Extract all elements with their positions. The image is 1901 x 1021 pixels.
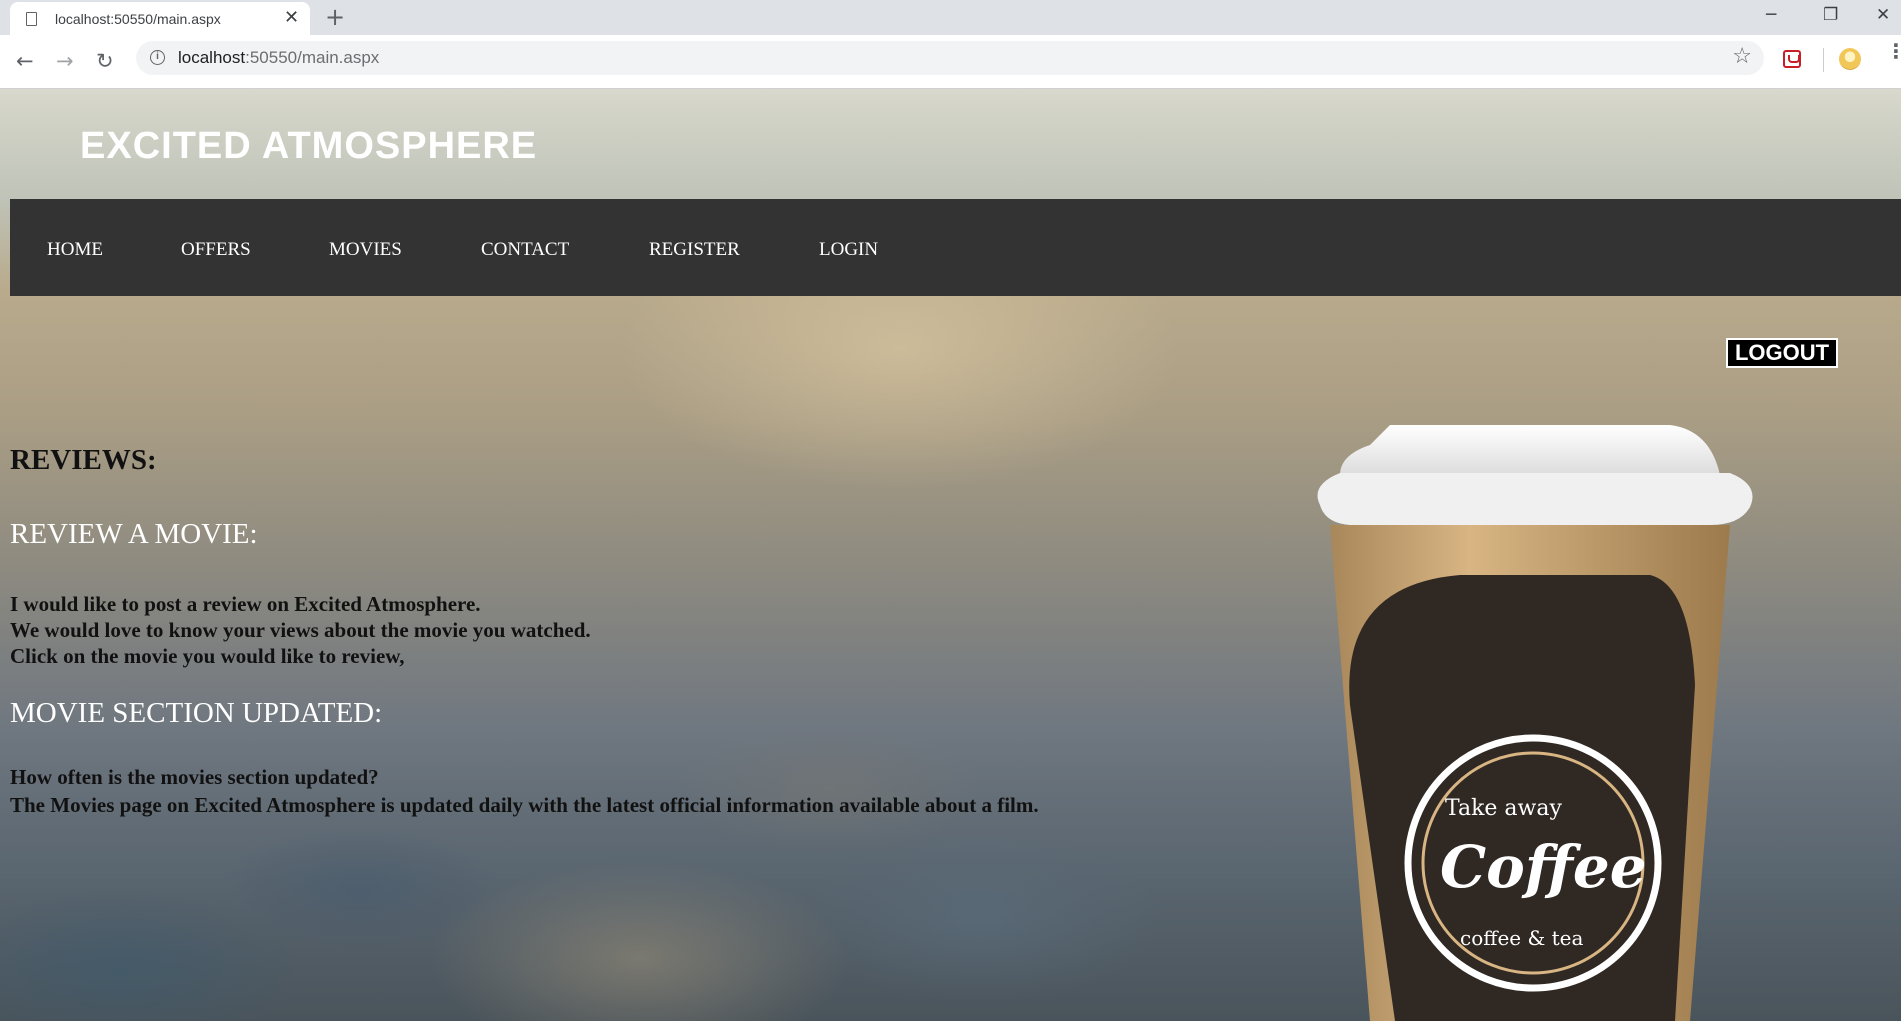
browser-tabstrip: localhost:50550/main.aspx ✕ + ─ ❐ ✕ (0, 0, 1901, 35)
review-movie-heading: REVIEW A MOVIE: (10, 518, 258, 550)
extension-pocket-icon[interactable] (1783, 50, 1801, 68)
browser-tab[interactable]: localhost:50550/main.aspx ✕ (10, 2, 310, 35)
nav-register[interactable]: REGISTER (649, 239, 740, 261)
tab-title: localhost:50550/main.aspx (55, 11, 221, 27)
cup-logo-main: Coffee (1440, 833, 1647, 901)
new-tab-icon[interactable]: + (325, 3, 345, 31)
minimize-icon[interactable]: ─ (1766, 5, 1776, 25)
browser-toolbar: ← → ↻ i localhost:50550/main.aspx ☆ ⋮ (0, 35, 1901, 89)
main-nav: HOME OFFERS MOVIES CONTACT REGISTER LOGI… (10, 199, 1901, 296)
reload-icon[interactable]: ↻ (96, 49, 114, 73)
info-icon[interactable]: i (150, 50, 165, 65)
profile-avatar[interactable] (1839, 48, 1861, 70)
bookmark-star-icon[interactable]: ☆ (1732, 44, 1752, 69)
movie-line: How often is the movies section updated? (10, 765, 379, 789)
review-line: We would love to know your views about t… (10, 618, 591, 642)
nav-home[interactable]: HOME (47, 239, 103, 261)
close-tab-icon[interactable]: ✕ (284, 7, 299, 28)
nav-movies[interactable]: MOVIES (329, 239, 402, 261)
restore-icon[interactable]: ❐ (1823, 5, 1838, 25)
back-icon[interactable]: ← (16, 49, 34, 73)
forward-icon[interactable]: → (56, 49, 74, 73)
movie-updated-heading: MOVIE SECTION UPDATED: (10, 697, 383, 729)
page-icon (26, 12, 37, 26)
logout-button[interactable]: LOGOUT (1726, 338, 1838, 368)
nav-offers[interactable]: OFFERS (181, 239, 251, 261)
reviews-heading: REVIEWS: (10, 444, 157, 476)
url-text[interactable]: localhost:50550/main.aspx (178, 48, 379, 68)
page-content: EXCITED ATMOSPHERE HOME OFFERS MOVIES CO… (0, 89, 1901, 1021)
cup-logo-top: Take away (1445, 796, 1562, 821)
close-window-icon[interactable]: ✕ (1876, 5, 1890, 25)
movie-line: The Movies page on Excited Atmosphere is… (10, 793, 1039, 817)
review-line: I would like to post a review on Excited… (10, 592, 481, 616)
cup-logo-bottom: coffee & tea (1460, 926, 1584, 950)
review-text: I would like to post a review on Excited… (10, 591, 591, 669)
movie-text: How often is the movies section updated?… (10, 763, 1039, 819)
nav-contact[interactable]: CONTACT (481, 239, 569, 261)
browser-menu-icon[interactable]: ⋮ (1886, 41, 1901, 61)
toolbar-divider (1823, 48, 1824, 72)
review-line: Click on the movie you would like to rev… (10, 644, 405, 668)
address-bar[interactable]: i localhost:50550/main.aspx ☆ (136, 41, 1764, 75)
nav-login[interactable]: LOGIN (819, 239, 878, 261)
site-title: EXCITED ATMOSPHERE (80, 125, 538, 167)
coffee-cup-image: Take away Coffee coffee & tea (1317, 425, 1753, 1021)
